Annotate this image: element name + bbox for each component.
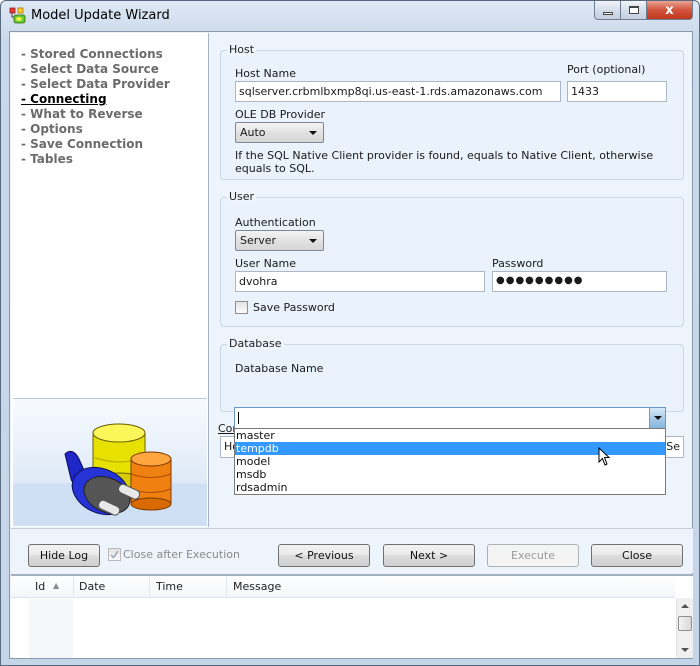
password-label: Password <box>492 257 544 270</box>
username-label: User Name <box>235 257 297 270</box>
chevron-down-icon <box>309 239 317 243</box>
next-button[interactable]: Next > <box>383 544 475 567</box>
user-group: User Authentication Server User Name dvo… <box>220 190 684 327</box>
ole-db-provider-label: OLE DB Provider <box>235 108 326 121</box>
minimize-icon <box>602 11 613 15</box>
wizard-client-area: - Stored Connections - Select Data Sourc… <box>9 31 693 659</box>
mouse-pointer-icon <box>598 447 611 466</box>
chevron-down-icon <box>654 416 662 420</box>
step-connecting[interactable]: - Connecting <box>21 92 208 107</box>
model-wizard-icon <box>9 7 26 24</box>
authentication-value: Server <box>240 234 277 247</box>
caption-buttons: x <box>594 1 693 20</box>
database-group: Database Database Name <box>220 337 684 412</box>
hide-log-button[interactable]: Hide Log <box>28 544 100 567</box>
username-input[interactable]: dvohra <box>235 271 485 292</box>
database-plug-icon <box>64 423 172 516</box>
step-what-to-reverse[interactable]: - What to Reverse <box>21 107 208 122</box>
host-group: Host Host Name sqlserver.crbmlbxmp8qi.us… <box>220 43 684 180</box>
host-name-label: Host Name <box>235 67 296 80</box>
step-tables[interactable]: - Tables <box>21 152 208 167</box>
connection-string-suffix: Se <box>666 440 680 453</box>
chevron-down-icon <box>309 131 317 135</box>
database-dropdown-button[interactable] <box>649 408 665 428</box>
column-header-time[interactable]: Time <box>156 580 183 593</box>
column-separator <box>73 576 74 598</box>
step-save-connection[interactable]: - Save Connection <box>21 137 208 152</box>
execute-button: Execute <box>487 544 579 567</box>
scrollbar-thumb[interactable] <box>678 616 692 631</box>
close-after-execution-label[interactable]: Close after Execution <box>123 548 240 561</box>
column-header-date[interactable]: Date <box>79 580 105 593</box>
column-separator <box>226 576 227 598</box>
wizard-button-bar: Hide Log Close after Execution < Previou… <box>11 528 693 573</box>
column-header-message[interactable]: Message <box>233 580 281 593</box>
ole-db-provider-select[interactable]: Auto <box>235 122 324 143</box>
close-icon: x <box>665 2 674 18</box>
dropdown-option[interactable]: master <box>235 429 665 442</box>
maximize-button[interactable] <box>621 1 647 20</box>
database-name-combobox[interactable] <box>234 407 666 429</box>
scroll-down-icon[interactable] <box>681 648 689 652</box>
sort-ascending-icon: ▲ <box>53 581 60 590</box>
port-input[interactable]: 1433 <box>567 81 667 102</box>
password-input[interactable]: ●●●●●●●●● <box>492 271 667 292</box>
close-after-execution-checkbox[interactable] <box>108 548 121 561</box>
save-password-checkbox[interactable] <box>235 301 248 314</box>
authentication-label: Authentication <box>235 216 316 229</box>
wizard-steps-panel: - Stored Connections - Select Data Sourc… <box>11 33 209 527</box>
maximize-icon <box>628 6 639 14</box>
scroll-up-icon[interactable] <box>681 604 689 608</box>
previous-button[interactable]: < Previous <box>278 544 370 567</box>
step-options[interactable]: - Options <box>21 122 208 137</box>
database-name-label: Database Name <box>235 362 324 375</box>
database-group-title: Database <box>227 337 284 350</box>
id-column-body <box>29 599 73 658</box>
close-window-button[interactable]: x <box>647 1 693 20</box>
wizard-banner <box>13 398 207 526</box>
ole-db-provider-value: Auto <box>240 126 266 139</box>
log-vertical-scrollbar[interactable] <box>676 598 693 658</box>
close-button[interactable]: Close <box>591 544 683 567</box>
dropdown-option[interactable]: rdsadmin <box>235 481 665 494</box>
step-select-data-provider[interactable]: - Select Data Provider <box>21 77 208 92</box>
minimize-button[interactable] <box>594 1 621 20</box>
checkmark-icon <box>110 550 119 559</box>
host-group-title: Host <box>227 43 257 56</box>
column-header-id[interactable]: Id <box>35 580 45 593</box>
port-label: Port (optional) <box>567 63 646 76</box>
wizard-steps-list: - Stored Connections - Select Data Sourc… <box>11 33 208 167</box>
text-caret <box>238 412 239 424</box>
provider-hint-text: If the SQL Native Client provider is fou… <box>235 149 654 175</box>
authentication-select[interactable]: Server <box>235 230 324 251</box>
wizard-window: Model Update Wizard x - Stored Connectio… <box>0 0 700 666</box>
log-grid-header: Id ▲ Date Time Message <box>11 576 675 598</box>
user-group-title: User <box>227 190 257 203</box>
window-title: Model Update Wizard <box>31 8 170 23</box>
connection-settings-panel: Host Host Name sqlserver.crbmlbxmp8qi.us… <box>210 33 692 527</box>
title-bar[interactable]: Model Update Wizard x <box>1 1 699 31</box>
save-password-label[interactable]: Save Password <box>253 301 335 314</box>
log-grid: Id ▲ Date Time Message <box>11 574 693 658</box>
host-name-input[interactable]: sqlserver.crbmlbxmp8qi.us-east-1.rds.ama… <box>235 81 561 102</box>
step-select-data-source[interactable]: - Select Data Source <box>21 62 208 77</box>
step-stored-connections[interactable]: - Stored Connections <box>21 47 208 62</box>
column-separator <box>149 576 150 598</box>
dropdown-option[interactable]: msdb <box>235 468 665 481</box>
